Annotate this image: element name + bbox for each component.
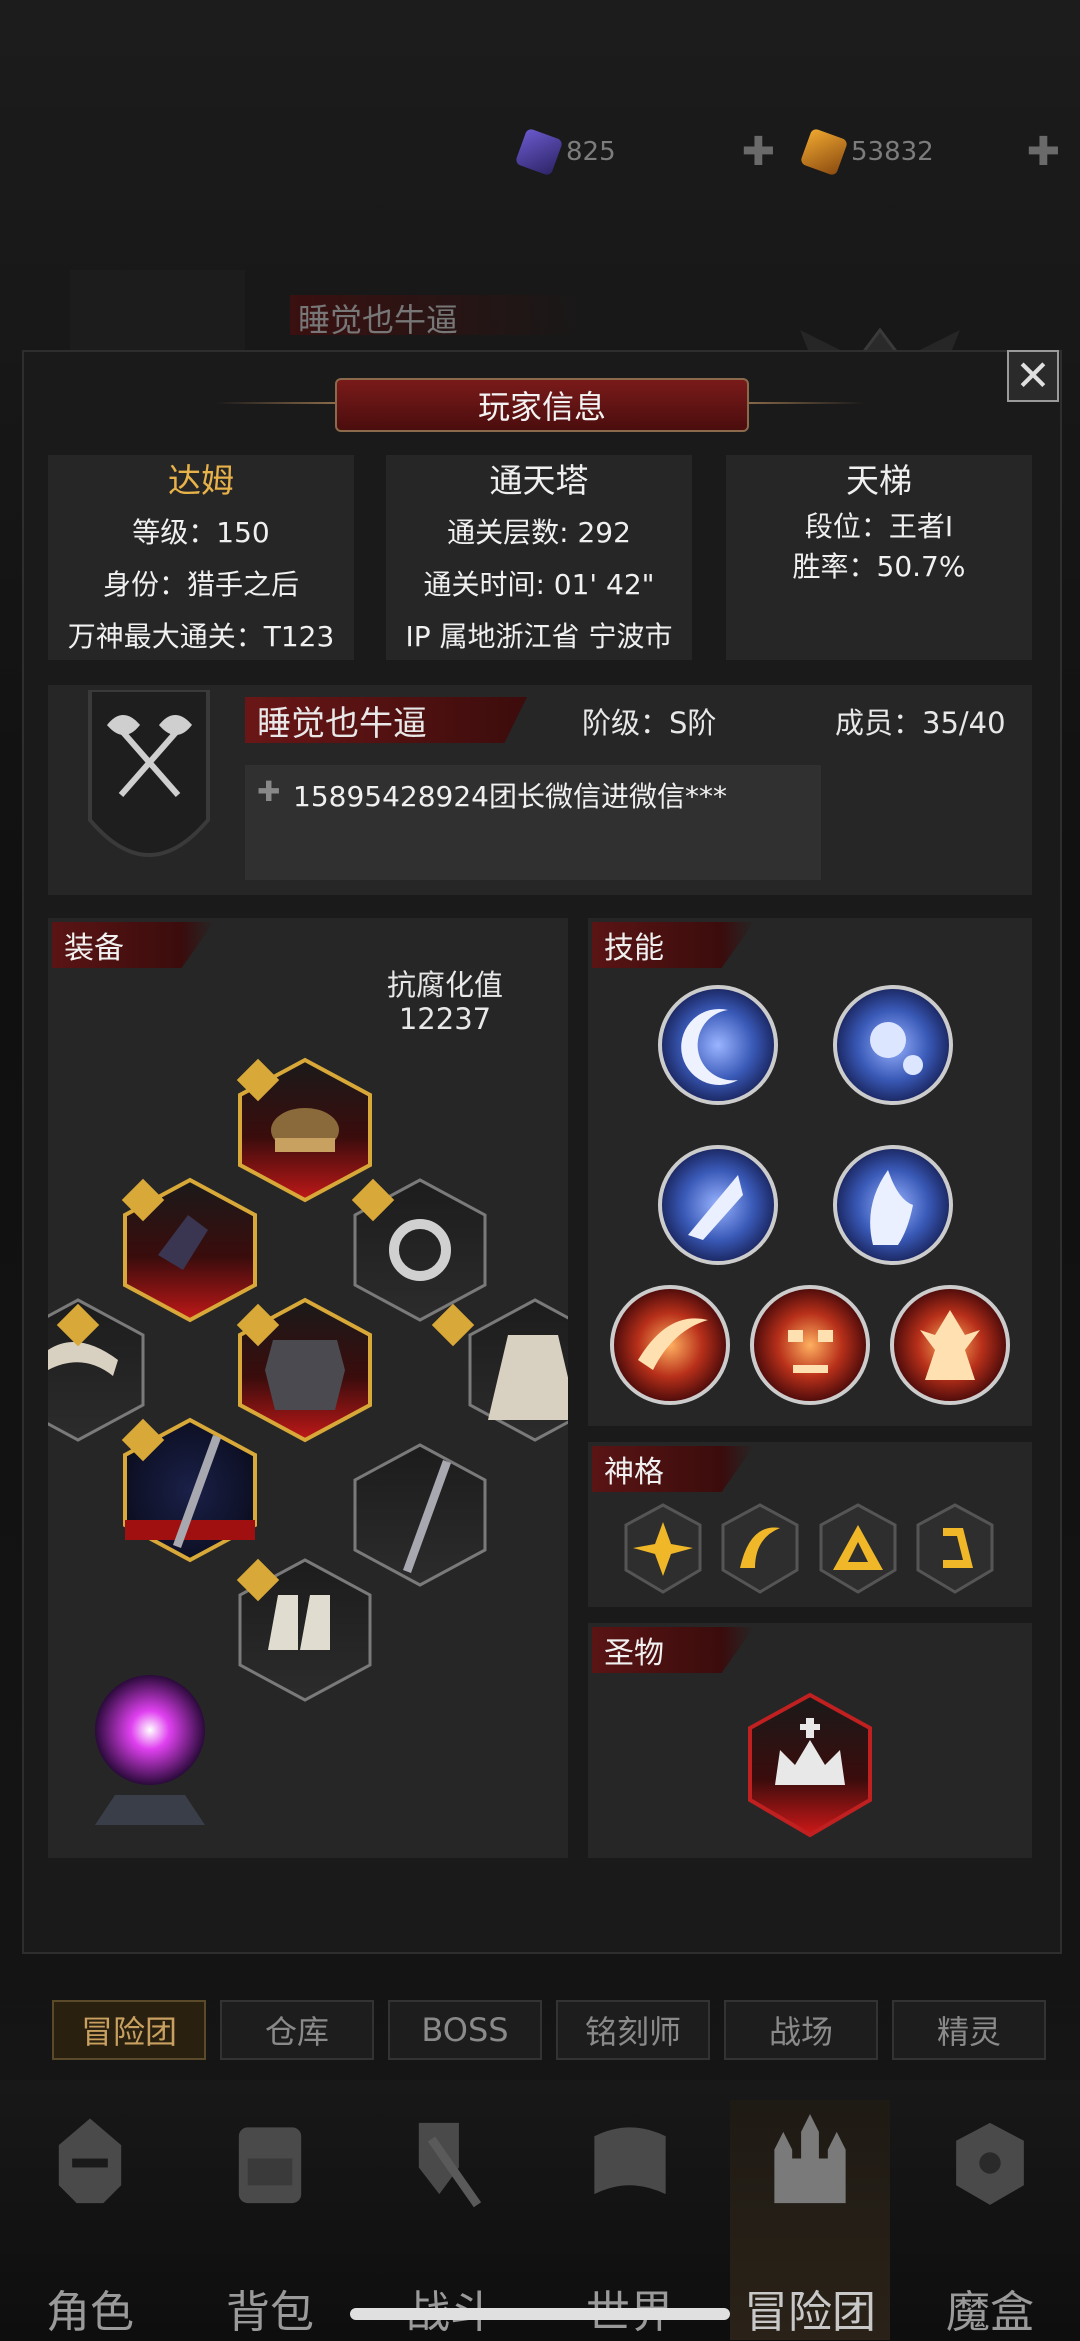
guild-tier: 阶级：S阶 [582,706,717,740]
guild-notice-box: ✚ 15895428924团长微信进微信*** [245,765,821,880]
cloak-slot[interactable] [468,1298,568,1442]
close-icon[interactable]: ✕ [1015,355,1050,397]
skill-red-figure[interactable] [890,1285,1010,1405]
map-scroll-icon [594,2127,666,2195]
tab-engraver[interactable]: 铭刻师 [556,2000,710,2060]
character-level: 等级：150 [132,516,270,549]
tab-adventure-group[interactable]: 冒险团 [52,2000,206,2060]
ladder-title: 天梯 [846,461,912,500]
character-identity: 身份：猎手之后 [102,568,299,601]
ladder-panel: 天梯 段位：王者I 胜率：50.7% [726,455,1032,660]
ladder-rank: 段位：王者I [804,510,954,543]
nav-adventure-group-label: 冒险团 [744,2287,876,2338]
nav-character[interactable]: 角色 [15,2100,165,2340]
nav-magic-box[interactable]: 魔盒 [915,2100,1065,2340]
corruption-label: 抗腐化值 [386,968,503,1002]
tab-spirit[interactable]: 精灵 [892,2000,1046,2060]
soul-orb-icon [95,1675,205,1785]
character-name: 达姆 [168,461,234,500]
magic-cube-icon [956,2122,1024,2205]
title-ornament-left [215,402,335,404]
character-panel: 达姆 等级：150 身份：猎手之后 万神最大通关：T123 [48,455,354,660]
skill-orbs[interactable] [833,985,953,1105]
purple-gem-value: 825 [566,137,616,167]
home-indicator[interactable] [350,2308,730,2320]
tower-floors: 通关层数: 292 [447,516,631,549]
chest-armor-icon [265,1340,345,1410]
nav-adventure-group[interactable]: 冒险团 [730,2100,890,2340]
pantheon-max-clear: 万神最大通关：T123 [67,620,335,653]
nav-backpack-label: 背包 [226,2287,314,2338]
nav-backpack[interactable]: 背包 [195,2100,345,2340]
nav-character-label: 角色 [46,2287,134,2338]
tower-title: 通天塔 [489,461,589,500]
add-gold-gem-button[interactable]: ✚ [1026,129,1060,175]
divinity-grid [624,1503,994,1594]
skills-grid [610,985,1010,1405]
skill-burst[interactable] [658,1145,778,1265]
purple-gem-resource: 825 ✚ [514,127,775,177]
add-purple-gem-button[interactable]: ✚ [741,129,775,175]
tower-time: 通关时间: 01' 42" [423,568,655,601]
corruption-resistance: 抗腐化值 12237 [375,968,515,1036]
gold-gem-value: 53832 [851,137,934,167]
corruption-value: 12237 [398,1002,492,1036]
sword-shield-icon [418,2122,482,2208]
skill-blue-flame[interactable] [833,1145,953,1265]
title-ornament-right [745,402,865,404]
guild-flag [86,688,212,875]
nav-magic-box-label: 魔盒 [946,2287,1034,2338]
tab-boss[interactable]: BOSS [388,2000,542,2060]
purple-gem-icon [514,127,564,177]
divinity-slot [819,1503,897,1594]
close-button[interactable]: ✕ [1007,350,1059,402]
tower-panel: 通天塔 通关层数: 292 通关时间: 01' 42" IP 属地浙江省 宁波市 [386,455,692,660]
tab-battlefield[interactable]: 战场 [724,2000,878,2060]
gold-gem-icon [799,127,849,177]
equipment-grid [48,1057,568,1702]
nav-world[interactable]: 世界 [555,2100,705,2340]
skill-crescent[interactable] [658,985,778,1105]
castle-icon [774,2114,846,2204]
ip-location: IP 属地浙江省 宁波市 [405,620,673,653]
divinity-slot [916,1503,994,1594]
divinity-slot [721,1503,799,1594]
guild-notice: 15895428924团长微信进微信*** [293,780,727,813]
skill-red-face[interactable] [750,1285,870,1405]
backpack-icon [238,2127,302,2204]
modal-title: 玩家信息 [335,378,749,432]
offhand-slot[interactable] [353,1443,487,1587]
notice-plus-icon: ✚ [257,775,281,808]
guild-members: 成员：35/40 [835,706,1006,740]
gold-gem-resource: 53832 ✚ [799,127,1060,177]
guild-name: 睡觉也牛逼 [245,697,527,743]
background-guild-name: 睡觉也牛逼 [290,295,588,339]
ladder-winrate: 胜率：50.7% [792,550,966,583]
helmet-icon [58,2118,122,2204]
skill-red-slash[interactable] [610,1285,730,1405]
nav-battle[interactable]: 战斗 [375,2100,525,2340]
relic-slot[interactable] [745,1690,875,1840]
tab-warehouse[interactable]: 仓库 [220,2000,374,2060]
orbs-icon [870,1022,906,1058]
soul-orb-slot[interactable] [75,1660,215,1840]
